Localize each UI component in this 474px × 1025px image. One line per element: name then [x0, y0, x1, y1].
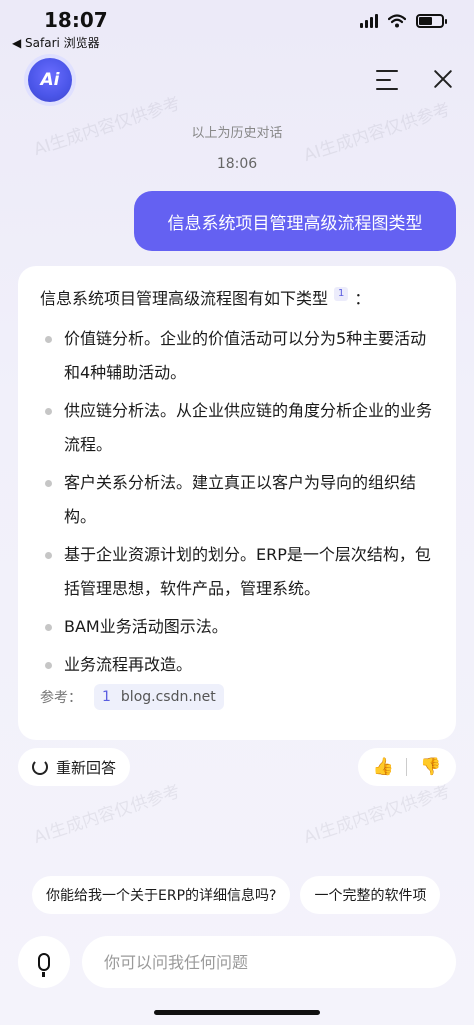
regenerate-button[interactable]: 重新回答	[18, 748, 131, 786]
microphone-icon	[38, 953, 50, 977]
regenerate-label: 重新回答	[56, 758, 117, 777]
close-icon[interactable]	[430, 66, 456, 92]
suggestion-row: 你能给我一个关于ERP的详细信息吗? 一个完整的软件项	[32, 876, 474, 914]
answer-intro: 信息系统项目管理高级流程图有如下类型 1 ：	[40, 286, 436, 312]
answer-intro-text: 信息系统项目管理高级流程图有如下类型	[40, 289, 329, 308]
history-timestamp: 18:06	[216, 156, 258, 172]
list-item: BAM业务活动图示法。	[40, 610, 436, 644]
battery-icon	[416, 14, 447, 28]
cellular-signal-icon	[360, 14, 378, 28]
status-time: 18:07	[44, 8, 108, 32]
list-item: 价值链分析。企业的价值活动可以分为5种主要活动和4种辅助活动。	[40, 322, 436, 390]
voice-input-button[interactable]	[18, 936, 70, 988]
back-to-app-link[interactable]: ◀ Safari 浏览器	[12, 34, 100, 51]
feedback-box: 👍 👎	[358, 748, 456, 786]
answer-intro-colon: ：	[354, 289, 371, 308]
menu-icon[interactable]	[376, 70, 398, 90]
status-icons	[360, 14, 447, 28]
reference-site: blog.csdn.net	[120, 689, 216, 705]
reference-row: 参考： 1 blog.csdn.net	[40, 684, 224, 710]
reference-label: 参考：	[40, 690, 82, 706]
answer-card: 信息系统项目管理高级流程图有如下类型 1 ： 价值链分析。企业的价值活动可以分为5种…	[18, 266, 456, 740]
list-item: 基于企业资源计划的划分。ERP是一个层次结构，包括管理思想，软件产品，管理系统。	[40, 538, 436, 606]
feedback-divider	[406, 758, 408, 776]
reference-link[interactable]: 1 blog.csdn.net	[94, 684, 224, 710]
suggestion-chip[interactable]: 一个完整的软件项	[300, 876, 441, 914]
suggestion-chip[interactable]: 你能给我一个关于ERP的详细信息吗?	[32, 876, 291, 914]
citation-badge[interactable]: 1	[334, 287, 349, 301]
home-indicator	[154, 1010, 320, 1015]
refresh-icon	[32, 759, 48, 775]
list-item: 业务流程再改造。	[40, 648, 436, 682]
thumbs-up-icon[interactable]: 👍	[372, 757, 393, 777]
watermark: AI生成内容仅供参考	[301, 781, 453, 848]
history-divider: 以上为历史对话	[191, 126, 283, 141]
list-item: 供应链分析法。从企业供应链的角度分析企业的业务流程。	[40, 394, 436, 462]
user-message-bubble: 信息系统项目管理高级流程图类型	[134, 191, 456, 251]
list-item: 客户关系分析法。建立真正以客户为导向的组织结构。	[40, 466, 436, 534]
answer-list: 价值链分析。企业的价值活动可以分为5种主要活动和4种辅助活动。 供应链分析法。从…	[40, 322, 436, 682]
watermark: AI生成内容仅供参考	[31, 781, 183, 848]
thumbs-down-icon[interactable]: 👎	[420, 757, 441, 777]
question-input[interactable]	[82, 936, 456, 988]
wifi-icon	[388, 14, 406, 28]
reference-number: 1	[102, 689, 111, 705]
ai-logo: Ai	[28, 58, 72, 102]
